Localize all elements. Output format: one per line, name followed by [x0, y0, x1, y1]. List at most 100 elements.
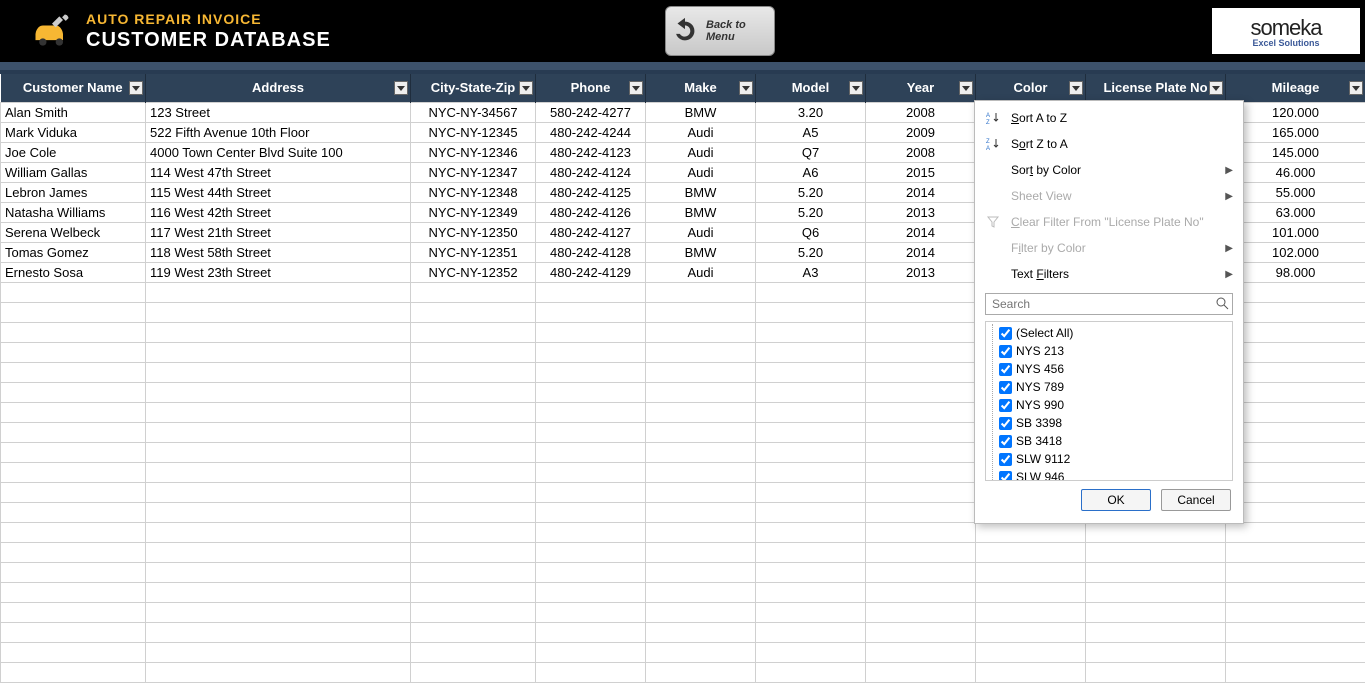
filter-dropdown-button[interactable]	[1349, 81, 1363, 95]
cell-model[interactable]: 5.20	[756, 182, 866, 202]
table-row-empty[interactable]	[1, 602, 1365, 622]
cell-mileage[interactable]: 120.000	[1226, 102, 1365, 122]
cell-csz[interactable]: NYC-NY-12352	[411, 262, 536, 282]
cell-mileage[interactable]: 46.000	[1226, 162, 1365, 182]
cell-mileage[interactable]: 98.000	[1226, 262, 1365, 282]
cell-addr[interactable]: 117 West 21th Street	[146, 222, 411, 242]
cell-csz[interactable]: NYC-NY-12350	[411, 222, 536, 242]
filter-dropdown-button[interactable]	[519, 81, 533, 95]
cell-make[interactable]: BMW	[646, 182, 756, 202]
filter-value-item[interactable]: NYS 789	[995, 378, 1230, 396]
cell-addr[interactable]: 123 Street	[146, 102, 411, 122]
cell-year[interactable]: 2014	[866, 242, 976, 262]
cell-phone[interactable]: 480-242-4125	[536, 182, 646, 202]
cell-csz[interactable]: NYC-NY-34567	[411, 102, 536, 122]
cell-mileage[interactable]: 102.000	[1226, 242, 1365, 262]
cell-make[interactable]: Audi	[646, 122, 756, 142]
cell-mileage[interactable]: 55.000	[1226, 182, 1365, 202]
cell-csz[interactable]: NYC-NY-12346	[411, 142, 536, 162]
cell-csz[interactable]: NYC-NY-12351	[411, 242, 536, 262]
cell-year[interactable]: 2015	[866, 162, 976, 182]
table-row-empty[interactable]	[1, 662, 1365, 682]
filter-value-checkbox[interactable]	[999, 435, 1012, 448]
cell-addr[interactable]: 522 Fifth Avenue 10th Floor	[146, 122, 411, 142]
cell-make[interactable]: Audi	[646, 262, 756, 282]
cell-year[interactable]: 2013	[866, 262, 976, 282]
cell-year[interactable]: 2008	[866, 142, 976, 162]
cell-phone[interactable]: 580-242-4277	[536, 102, 646, 122]
filter-value-checkbox[interactable]	[999, 345, 1012, 358]
cell-addr[interactable]: 118 West 58th Street	[146, 242, 411, 262]
table-row-empty[interactable]	[1, 582, 1365, 602]
cell-name[interactable]: Serena Welbeck	[1, 222, 146, 242]
cell-addr[interactable]: 4000 Town Center Blvd Suite 100	[146, 142, 411, 162]
filter-value-item[interactable]: (Select All)	[995, 324, 1230, 342]
cell-model[interactable]: A5	[756, 122, 866, 142]
cell-year[interactable]: 2014	[866, 182, 976, 202]
cell-csz[interactable]: NYC-NY-12345	[411, 122, 536, 142]
cell-phone[interactable]: 480-242-4123	[536, 142, 646, 162]
cell-phone[interactable]: 480-242-4124	[536, 162, 646, 182]
cell-mileage[interactable]: 145.000	[1226, 142, 1365, 162]
cell-year[interactable]: 2014	[866, 222, 976, 242]
sort-by-color-item[interactable]: Sort by Color ▶	[975, 157, 1243, 183]
cell-addr[interactable]: 115 West 44th Street	[146, 182, 411, 202]
table-row-empty[interactable]	[1, 622, 1365, 642]
cell-model[interactable]: Q6	[756, 222, 866, 242]
cell-model[interactable]: 5.20	[756, 242, 866, 262]
cell-mileage[interactable]: 165.000	[1226, 122, 1365, 142]
cell-csz[interactable]: NYC-NY-12348	[411, 182, 536, 202]
cell-csz[interactable]: NYC-NY-12349	[411, 202, 536, 222]
cell-phone[interactable]: 480-242-4127	[536, 222, 646, 242]
cell-name[interactable]: Tomas Gomez	[1, 242, 146, 262]
filter-value-item[interactable]: SB 3418	[995, 432, 1230, 450]
filter-value-item[interactable]: NYS 456	[995, 360, 1230, 378]
cell-model[interactable]: Q7	[756, 142, 866, 162]
cell-make[interactable]: Audi	[646, 142, 756, 162]
cell-name[interactable]: Natasha Williams	[1, 202, 146, 222]
cell-phone[interactable]: 480-242-4126	[536, 202, 646, 222]
cell-make[interactable]: Audi	[646, 222, 756, 242]
filter-values-list[interactable]: (Select All)NYS 213NYS 456NYS 789NYS 990…	[985, 321, 1233, 481]
filter-dropdown-button[interactable]	[629, 81, 643, 95]
cell-addr[interactable]: 114 West 47th Street	[146, 162, 411, 182]
cell-make[interactable]: Audi	[646, 162, 756, 182]
text-filters-item[interactable]: Text Filters ▶	[975, 261, 1243, 287]
cell-model[interactable]: 3.20	[756, 102, 866, 122]
cell-addr[interactable]: 119 West 23th Street	[146, 262, 411, 282]
cell-model[interactable]: A6	[756, 162, 866, 182]
filter-value-item[interactable]: NYS 213	[995, 342, 1230, 360]
filter-value-checkbox[interactable]	[999, 417, 1012, 430]
cell-year[interactable]: 2008	[866, 102, 976, 122]
cell-mileage[interactable]: 101.000	[1226, 222, 1365, 242]
filter-dropdown-button[interactable]	[739, 81, 753, 95]
cell-model[interactable]: 5.20	[756, 202, 866, 222]
back-to-menu-button[interactable]: Back toMenu	[665, 6, 775, 56]
table-row-empty[interactable]	[1, 642, 1365, 662]
cell-name[interactable]: Lebron James	[1, 182, 146, 202]
cell-name[interactable]: William Gallas	[1, 162, 146, 182]
table-row-empty[interactable]	[1, 542, 1365, 562]
cell-name[interactable]: Alan Smith	[1, 102, 146, 122]
filter-search-input[interactable]	[985, 293, 1233, 315]
filter-value-item[interactable]: SB 3398	[995, 414, 1230, 432]
cell-mileage[interactable]: 63.000	[1226, 202, 1365, 222]
filter-value-checkbox[interactable]	[999, 381, 1012, 394]
filter-value-item[interactable]: SLW 9112	[995, 450, 1230, 468]
cell-name[interactable]: Joe Cole	[1, 142, 146, 162]
filter-value-checkbox[interactable]	[999, 363, 1012, 376]
sort-za-item[interactable]: ZA Sort Z to A	[975, 131, 1243, 157]
filter-dropdown-button[interactable]	[849, 81, 863, 95]
cell-make[interactable]: BMW	[646, 102, 756, 122]
filter-value-item[interactable]: SLW 946	[995, 468, 1230, 481]
sort-az-item[interactable]: AZ Sort A to Z	[975, 105, 1243, 131]
cell-phone[interactable]: 480-242-4128	[536, 242, 646, 262]
filter-value-checkbox[interactable]	[999, 453, 1012, 466]
cell-addr[interactable]: 116 West 42th Street	[146, 202, 411, 222]
filter-dropdown-button[interactable]	[1069, 81, 1083, 95]
filter-dropdown-button[interactable]	[1209, 81, 1223, 95]
cell-name[interactable]: Mark Viduka	[1, 122, 146, 142]
filter-value-checkbox[interactable]	[999, 327, 1012, 340]
cell-phone[interactable]: 480-242-4129	[536, 262, 646, 282]
cell-make[interactable]: BMW	[646, 202, 756, 222]
